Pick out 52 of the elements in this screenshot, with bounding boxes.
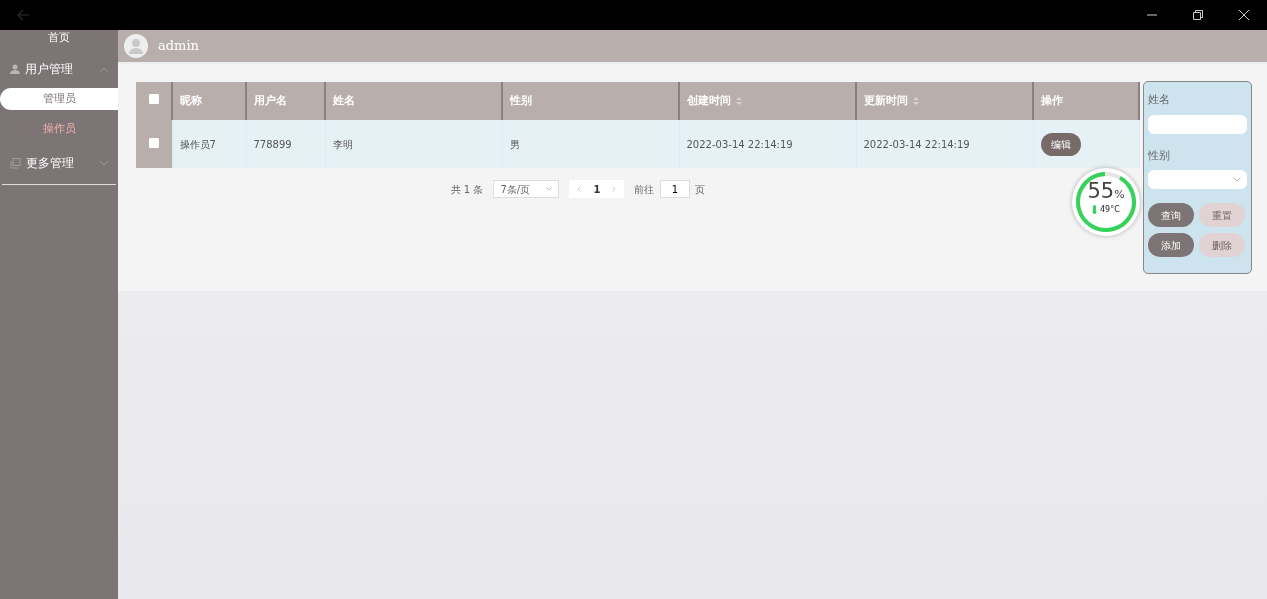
panel-button[interactable]: 重置	[1199, 203, 1245, 227]
field-label: 姓名	[1148, 92, 1171, 108]
table-cell: 778899	[253, 138, 292, 150]
close-icon[interactable]	[1238, 9, 1250, 21]
panel-button[interactable]: 查询	[1148, 203, 1194, 227]
dropdown-chevron-icon	[546, 187, 553, 191]
percent-unit: %	[1114, 188, 1125, 201]
goto-label: 前往	[634, 182, 655, 197]
table-cell: 男	[509, 138, 520, 150]
next-page-icon[interactable]	[612, 186, 617, 192]
menu-group[interactable]: 更多管理	[0, 148, 118, 178]
prev-page-icon[interactable]	[577, 186, 582, 192]
select-field[interactable]	[1148, 170, 1247, 189]
column-header: 姓名	[333, 93, 355, 107]
input-field[interactable]	[1148, 114, 1247, 134]
submenu-item[interactable]: 操作员	[0, 118, 118, 140]
table-cell: 2022-03-14 22:14:19	[863, 138, 970, 150]
avatar-icon[interactable]	[124, 34, 148, 58]
percent-reading: 55	[1087, 179, 1115, 203]
total-count: 共 1 条	[450, 182, 484, 197]
user-name: admin	[158, 37, 199, 56]
temperature-reading: 49°C	[1100, 205, 1120, 214]
panel-button[interactable]: 删除	[1199, 233, 1245, 257]
edit-button[interactable]: 编辑	[1040, 132, 1081, 156]
menu-group[interactable]: 用户管理	[0, 54, 118, 84]
sort-icon[interactable]	[913, 96, 919, 105]
column-header: 创建时间	[687, 93, 731, 107]
page-size-select[interactable]: 7条/页	[493, 180, 560, 198]
select-all-checkbox[interactable]	[148, 93, 159, 104]
sort-icon[interactable]	[736, 96, 742, 105]
copy-icon	[10, 157, 21, 169]
column-header: 用户名	[254, 93, 287, 107]
column-header: 昵称	[180, 93, 202, 107]
page-suffix: 页	[695, 182, 706, 197]
menu-item[interactable]: 首页	[0, 28, 118, 48]
column-header: 更新时间	[864, 93, 908, 107]
field-label: 性别	[1148, 147, 1171, 164]
page-input[interactable]: 1	[659, 180, 690, 198]
back-arrow-icon[interactable]	[16, 9, 30, 21]
panel-button[interactable]: 添加	[1148, 233, 1194, 257]
submenu-item[interactable]: 管理员	[0, 88, 118, 110]
person-icon	[10, 64, 20, 74]
dropdown-chevron-icon	[1233, 177, 1241, 182]
column-header: 性别	[510, 93, 532, 107]
thermometer-icon	[1092, 205, 1098, 214]
restore-icon[interactable]	[1192, 9, 1204, 21]
page-number[interactable]: 1	[593, 181, 601, 197]
table-cell: 操作员7	[179, 138, 216, 150]
column-header: 操作	[1041, 93, 1063, 107]
row-checkbox[interactable]	[148, 137, 159, 148]
table-cell: 李明	[332, 138, 353, 150]
table-cell: 2022-03-14 22:14:19	[686, 138, 793, 150]
